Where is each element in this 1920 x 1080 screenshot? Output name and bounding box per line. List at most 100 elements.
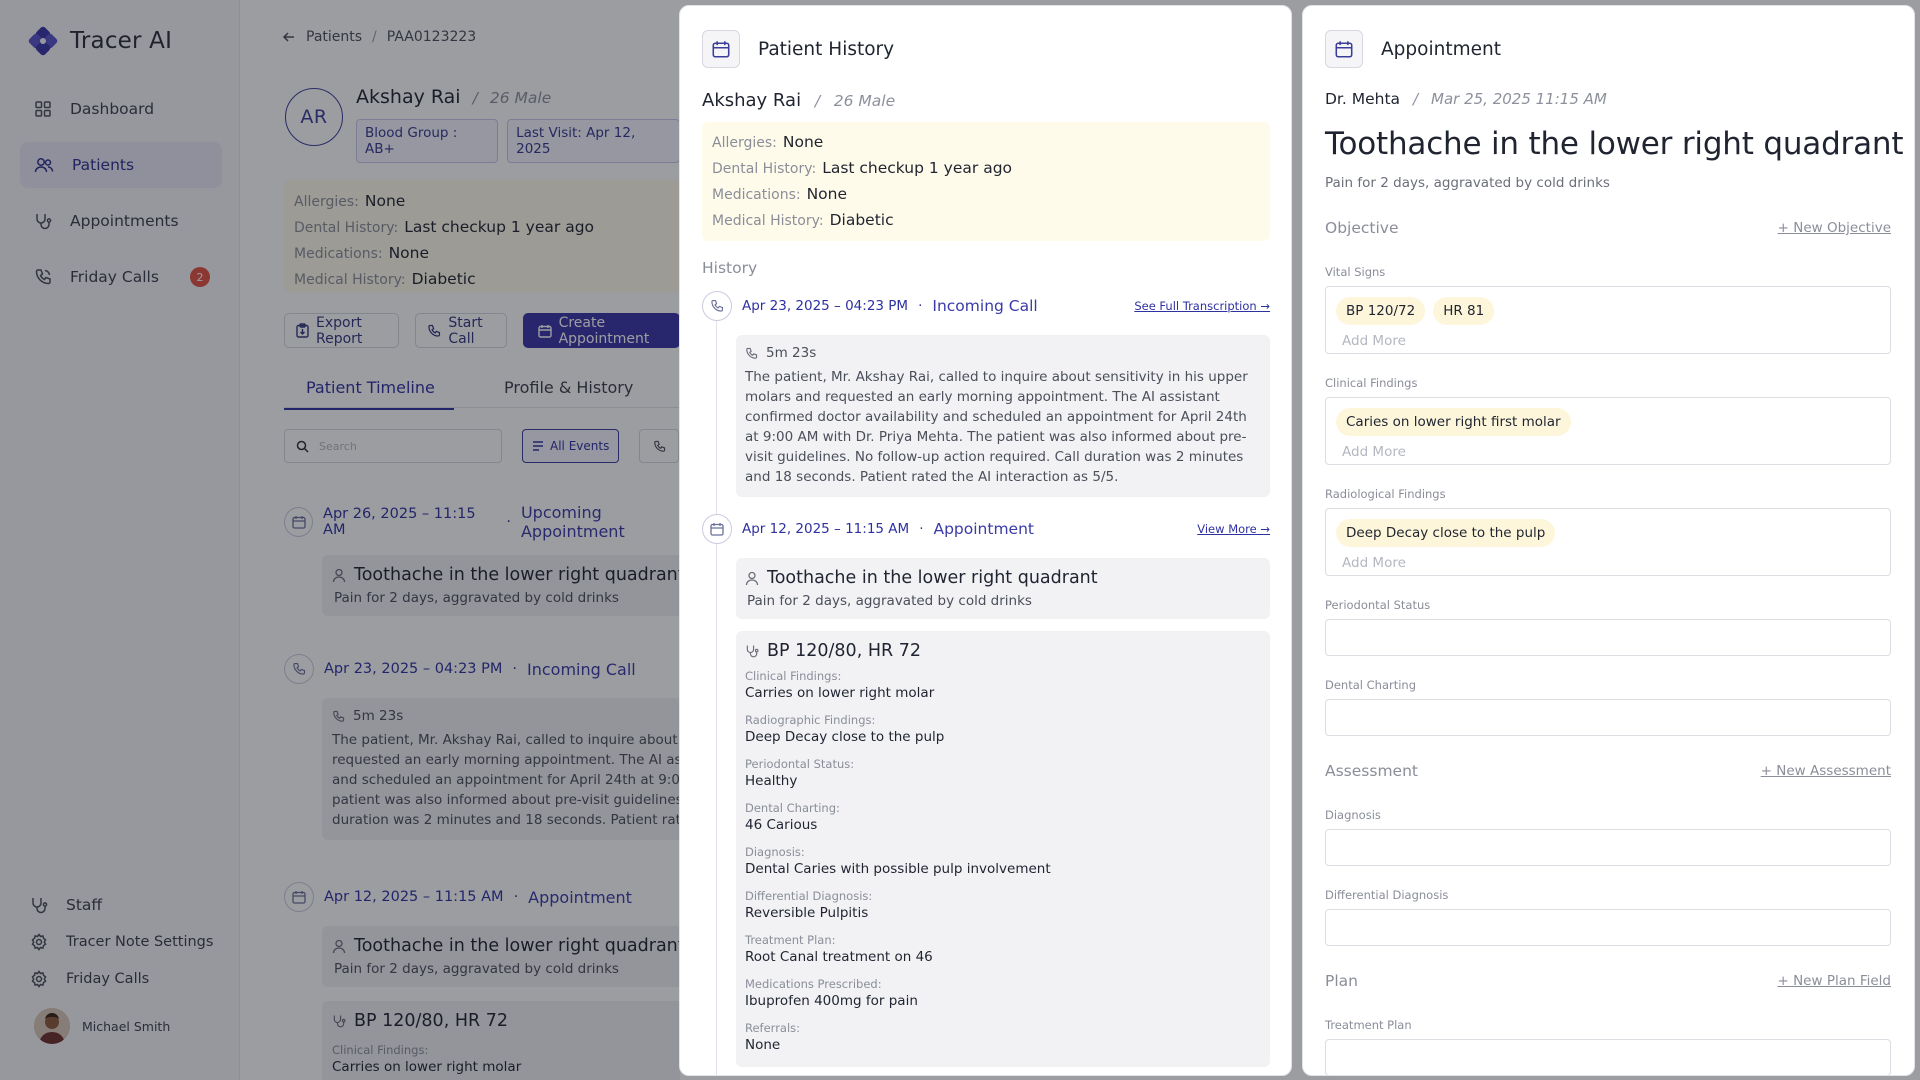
patient-history-panel: Patient History Akshay Rai / 26 Male All… xyxy=(679,5,1292,1076)
event-dot: · xyxy=(919,521,924,537)
timeline-event-header: Apr 23, 2025 – 04:23 PM · Incoming Call … xyxy=(702,291,1270,321)
field-value: Dental Caries with possible pulp involve… xyxy=(745,861,1051,877)
new-objective-link[interactable]: + New Objective xyxy=(1778,220,1891,236)
event-date: Apr 12, 2025 – 11:15 AM xyxy=(742,521,910,537)
patient-info-card: Allergies: None Dental History: Last check… xyxy=(702,122,1270,241)
info-label: Allergies: xyxy=(712,135,777,151)
info-dental-history: Dental History: Last checkup 1 year ago xyxy=(712,156,1260,182)
timeline-event-header: Apr 12, 2025 – 11:15 AM · Appointment Vi… xyxy=(702,514,1270,544)
call-duration-text: 5m 23s xyxy=(766,345,817,361)
info-value: None xyxy=(782,133,824,151)
field-label: Radiographic Findings: xyxy=(745,713,876,727)
appointment-heading: Toothache in the lower right quadrant xyxy=(1325,126,1904,162)
new-assessment-link[interactable]: + New Assessment xyxy=(1761,763,1891,779)
panel-title: Patient History xyxy=(758,38,895,60)
calendar-icon xyxy=(702,514,732,544)
treatment-plan-field[interactable] xyxy=(1325,1039,1891,1075)
field-label: Periodontal Status: xyxy=(745,757,855,771)
call-duration: 5m 23s xyxy=(745,345,1261,361)
call-summary: The patient, Mr. Akshay Rai, called to i… xyxy=(745,369,1248,485)
radiological-findings-field[interactable]: Deep Decay close to the pulp Add More xyxy=(1325,508,1891,576)
vital-signs-field[interactable]: BP 120/72 HR 81 Add More xyxy=(1325,286,1891,354)
panel-header: Patient History xyxy=(702,30,894,68)
appointment-datetime: Mar 25, 2025 11:15 AM xyxy=(1431,90,1607,108)
appointment-card[interactable]: Toothache in the lower right quadrant Pa… xyxy=(736,558,1270,619)
calendar-icon xyxy=(702,30,740,68)
field-label: Periodontal Status xyxy=(1325,598,1431,612)
card-subtitle: Pain for 2 days, aggravated by cold drin… xyxy=(747,593,1032,609)
field-label: Differential Diagnosis: xyxy=(745,889,873,903)
card-title-text: Toothache in the lower right quadrant xyxy=(767,568,1098,588)
field-label: Diagnosis: xyxy=(745,845,805,859)
info-value: None xyxy=(806,185,848,203)
see-full-transcription-link[interactable]: See Full Transcription → xyxy=(1134,299,1270,313)
vital-chip[interactable]: HR 81 xyxy=(1433,297,1495,325)
view-more-link[interactable]: View More → xyxy=(1197,522,1270,536)
periodontal-status-field[interactable] xyxy=(1325,619,1891,656)
finding-chip[interactable]: Caries on lower right first molar xyxy=(1336,408,1571,436)
stethoscope-icon xyxy=(745,644,759,658)
field-label: Treatment Plan: xyxy=(745,933,836,947)
patient-name: Akshay Rai / 26 Male xyxy=(702,90,895,111)
info-medications: Medications: None xyxy=(712,182,1260,208)
diagnosis-field[interactable] xyxy=(1325,829,1891,866)
differential-diagnosis-field[interactable] xyxy=(1325,909,1891,946)
info-label: Medical History: xyxy=(712,213,824,229)
info-medical-history: Medical History: Diabetic xyxy=(712,208,1260,234)
info-allergies: Allergies: None xyxy=(712,130,1260,156)
chip-row: Deep Decay close to the pulp xyxy=(1326,509,1890,547)
doctor-name: Dr. Mehta xyxy=(1325,90,1401,108)
info-label: Dental History: xyxy=(712,161,817,177)
field-label: Referrals: xyxy=(745,1021,801,1035)
appointment-details-card[interactable]: BP 120/80, HR 72 Clinical Findings: Carr… xyxy=(736,631,1270,1067)
field-value: Ibuprofen 400mg for pain xyxy=(745,993,918,1009)
field-label: Diagnosis xyxy=(1325,808,1381,822)
add-more-input[interactable]: Add More xyxy=(1326,436,1890,460)
field-label: Treatment Plan xyxy=(1325,1018,1412,1032)
info-value: Diabetic xyxy=(829,211,894,229)
panel-title: Appointment xyxy=(1381,38,1501,60)
patient-meta: 26 Male xyxy=(833,92,896,110)
doctor-sep: / xyxy=(1413,90,1419,108)
person-icon xyxy=(745,571,759,586)
event-date: Apr 23, 2025 – 04:23 PM xyxy=(742,298,909,314)
field-label: Clinical Findings: xyxy=(745,669,842,683)
patient-name-text: Akshay Rai xyxy=(702,90,802,111)
appointment-subtitle: Pain for 2 days, aggravated by cold drin… xyxy=(1325,175,1610,191)
dental-charting-field[interactable] xyxy=(1325,699,1891,736)
calendar-icon xyxy=(1325,30,1363,68)
add-more-input[interactable]: Add More xyxy=(1326,325,1890,349)
field-value: Carries on lower right molar xyxy=(745,685,935,701)
phone-icon xyxy=(702,291,732,321)
history-event-call: Apr 23, 2025 – 04:23 PM · Incoming Call … xyxy=(702,291,1270,497)
field-label: Clinical Findings xyxy=(1325,376,1418,390)
section-title: Assessment xyxy=(1325,762,1418,780)
vitals-text: BP 120/80, HR 72 xyxy=(767,641,921,661)
plan-section-header: Plan + New Plan Field xyxy=(1325,972,1891,990)
call-card[interactable]: 5m 23s The patient, Mr. Akshay Rai, call… xyxy=(736,335,1270,497)
info-value: Last checkup 1 year ago xyxy=(822,159,1013,177)
field-label: Dental Charting xyxy=(1325,678,1417,692)
field-label: Differential Diagnosis xyxy=(1325,888,1449,902)
finding-chip[interactable]: Deep Decay close to the pulp xyxy=(1336,519,1556,547)
field-value: Reversible Pulpitis xyxy=(745,905,869,921)
clinical-findings-field[interactable]: Caries on lower right first molar Add Mo… xyxy=(1325,397,1891,465)
field-label: Dental Charting: xyxy=(745,801,840,815)
section-title: History xyxy=(702,259,758,277)
event-type: Incoming Call xyxy=(932,297,1038,315)
field-label: Medications Prescribed: xyxy=(745,977,882,991)
section-title: Objective xyxy=(1325,219,1399,237)
panel-header: Appointment xyxy=(1325,30,1501,68)
objective-section-header: Objective + New Objective xyxy=(1325,219,1891,237)
vital-chip[interactable]: BP 120/72 xyxy=(1336,297,1426,325)
event-type: Appointment xyxy=(933,520,1034,538)
field-value: Deep Decay close to the pulp xyxy=(745,729,945,745)
new-plan-field-link[interactable]: + New Plan Field xyxy=(1777,973,1891,989)
phone-icon xyxy=(745,347,758,360)
field-label: Radiological Findings xyxy=(1325,487,1446,501)
add-more-input[interactable]: Add More xyxy=(1326,547,1890,571)
chip-row: BP 120/72 HR 81 xyxy=(1326,287,1890,325)
info-label: Medications: xyxy=(712,187,801,203)
field-value: 46 Carious xyxy=(745,817,818,833)
card-title: BP 120/80, HR 72 xyxy=(745,641,1261,661)
